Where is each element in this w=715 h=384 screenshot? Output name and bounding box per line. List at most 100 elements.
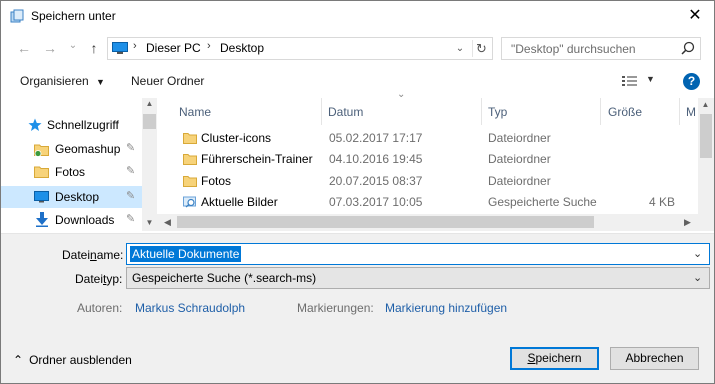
column-header-type[interactable]: Typ bbox=[482, 98, 600, 125]
scroll-left-icon[interactable]: ◀ bbox=[159, 217, 176, 228]
breadcrumb-desktop[interactable]: Desktop bbox=[220, 41, 264, 55]
caret-down-icon: ▼ bbox=[646, 74, 655, 84]
hide-folders-toggle[interactable]: ⌃ Ordner ausblenden bbox=[13, 353, 132, 367]
nav-item-schnellzugriff[interactable]: Schnellzugriff bbox=[1, 114, 142, 136]
filename-value: Aktuelle Dokumente bbox=[130, 246, 242, 262]
file-date: 20.07.2015 08:37 bbox=[329, 174, 423, 188]
file-type: Dateiordner bbox=[488, 174, 551, 188]
save-button[interactable]: Speichern bbox=[510, 347, 599, 370]
label-part: ame: bbox=[96, 248, 124, 262]
column-label: Typ bbox=[488, 105, 508, 119]
pin-icon[interactable]: ✎ bbox=[126, 164, 135, 177]
pin-icon[interactable]: ✎ bbox=[126, 189, 135, 202]
search-icon[interactable] bbox=[680, 40, 696, 57]
column-header-size[interactable]: Größe bbox=[601, 98, 679, 125]
authors-value[interactable]: Markus Schraudolph bbox=[135, 301, 245, 315]
label-part: Datei bbox=[75, 272, 104, 286]
download-icon bbox=[36, 212, 48, 227]
filetype-label: Dateityp: bbox=[75, 272, 122, 286]
tags-label: Markierungen: bbox=[297, 301, 374, 315]
file-list-hscrollbar[interactable]: ◀ ▶ bbox=[157, 214, 714, 231]
column-label: Größe bbox=[608, 105, 643, 119]
file-date: 07.03.2017 10:05 bbox=[329, 195, 423, 209]
filename-label: Dateiname: bbox=[62, 248, 123, 262]
nav-item-label: Geomashup bbox=[55, 142, 121, 156]
file-name: Führerschein-Trainer bbox=[201, 152, 313, 166]
scroll-thumb[interactable] bbox=[177, 216, 594, 228]
breadcrumb-this-pc[interactable]: Dieser PC bbox=[146, 41, 201, 55]
help-button[interactable]: ? bbox=[683, 73, 700, 90]
file-name: Aktuelle Bilder bbox=[201, 195, 278, 209]
details-view-icon bbox=[622, 76, 637, 86]
chevron-down-icon: ⌄ bbox=[693, 272, 703, 284]
folder-icon bbox=[183, 154, 197, 165]
scroll-thumb[interactable] bbox=[143, 114, 156, 129]
filename-input[interactable]: Aktuelle Dokumente ⌄ bbox=[126, 243, 710, 265]
save-dialog-icon bbox=[10, 9, 24, 23]
search-box[interactable]: "Desktop" durchsuchen bbox=[501, 37, 701, 60]
file-date: 05.02.2017 17:17 bbox=[329, 131, 423, 145]
file-date: 04.10.2016 19:45 bbox=[329, 152, 423, 166]
chevron-up-icon: ⌃ bbox=[13, 353, 24, 367]
pin-icon[interactable]: ✎ bbox=[126, 212, 135, 225]
star-icon bbox=[28, 118, 42, 131]
column-label: Datum bbox=[328, 105, 364, 119]
view-options-button[interactable]: ▼ bbox=[621, 74, 657, 88]
file-row[interactable]: Cluster-icons 05.02.2017 17:17 Dateiordn… bbox=[171, 128, 697, 149]
forward-arrow-icon[interactable]: → bbox=[40, 39, 60, 57]
cancel-button[interactable]: Abbrechen bbox=[610, 347, 699, 370]
file-size: 4 KB bbox=[649, 195, 676, 209]
scroll-right-icon[interactable]: ▶ bbox=[679, 217, 696, 228]
nav-item-label: Desktop bbox=[55, 190, 100, 204]
scroll-up-icon[interactable]: ▲ bbox=[141, 99, 158, 108]
nav-item-label: Schnellzugriff bbox=[47, 118, 119, 132]
file-list-vscrollbar[interactable]: ▲ bbox=[698, 98, 714, 214]
scroll-down-icon[interactable]: ▼ bbox=[141, 218, 158, 227]
navigation-pane: Schnellzugriff Geomashup ✎ Fotos ✎ Deskt… bbox=[1, 98, 157, 231]
label-mnemonic: n bbox=[90, 248, 97, 262]
window-title: Speichern unter bbox=[31, 9, 116, 23]
breadcrumb-separator: › bbox=[133, 40, 137, 52]
label-part: Datei bbox=[62, 248, 91, 262]
nav-item-label: Downloads bbox=[55, 213, 115, 227]
address-dropdown-icon[interactable]: ⌄ bbox=[452, 40, 468, 57]
tags-value[interactable]: Markierung hinzufügen bbox=[385, 301, 507, 315]
up-arrow-icon[interactable]: ↑ bbox=[84, 39, 104, 57]
file-row[interactable]: Führerschein-Trainer 04.10.2016 19:45 Da… bbox=[171, 149, 697, 170]
organize-menu[interactable]: Organisieren ▼ bbox=[20, 74, 105, 88]
nav-item-desktop[interactable]: Desktop ✎ bbox=[1, 186, 142, 208]
close-button[interactable]: ✕ bbox=[677, 2, 713, 30]
file-type: Dateiordner bbox=[488, 152, 551, 166]
nav-item-geomashup[interactable]: Geomashup ✎ bbox=[1, 138, 142, 160]
column-header-more[interactable]: M bbox=[680, 98, 698, 125]
filetype-value: Gespeicherte Suche (*.search-ms) bbox=[132, 271, 317, 285]
file-row[interactable]: Fotos 20.07.2015 08:37 Dateiordner bbox=[171, 171, 697, 192]
new-folder-button[interactable]: Neuer Ordner bbox=[131, 74, 204, 88]
chevron-down-icon[interactable]: ⌄ bbox=[693, 247, 702, 260]
scroll-up-icon[interactable]: ▲ bbox=[697, 100, 714, 109]
pin-icon[interactable]: ✎ bbox=[126, 141, 135, 154]
back-arrow-icon[interactable]: ← bbox=[14, 39, 34, 57]
this-pc-icon bbox=[112, 42, 128, 54]
file-name: Cluster-icons bbox=[201, 131, 272, 145]
address-bar[interactable]: › Dieser PC › Desktop ⌄ ↻ bbox=[107, 37, 493, 60]
file-type: Dateiordner bbox=[488, 131, 551, 145]
title-bar: Speichern unter ✕ bbox=[1, 1, 714, 32]
column-header-name[interactable]: Name bbox=[171, 98, 321, 125]
nav-item-downloads[interactable]: Downloads ✎ bbox=[1, 209, 142, 231]
authors-label: Autoren: bbox=[77, 301, 123, 315]
column-header-date[interactable]: Datum bbox=[322, 98, 482, 125]
column-label: Name bbox=[179, 105, 212, 119]
folder-icon bbox=[183, 133, 197, 144]
file-row[interactable]: Aktuelle Bilder 07.03.2017 10:05 Gespeic… bbox=[171, 192, 697, 213]
hide-folders-label: Ordner ausblenden bbox=[29, 353, 132, 367]
label-part: yp: bbox=[106, 272, 123, 286]
nav-scrollbar[interactable]: ▲ ▼ bbox=[142, 98, 157, 231]
recent-locations-chevron-icon[interactable]: ⌄ bbox=[63, 37, 83, 55]
refresh-icon[interactable]: ↻ bbox=[472, 40, 490, 57]
filetype-select[interactable]: Gespeicherte Suche (*.search-ms) ⌄ bbox=[126, 267, 710, 289]
nav-item-fotos[interactable]: Fotos ✎ bbox=[1, 161, 142, 183]
desktop-icon bbox=[34, 191, 49, 203]
save-as-dialog: Speichern unter ✕ ← → ⌄ ↑ › Dieser PC › … bbox=[0, 0, 715, 384]
scroll-thumb[interactable] bbox=[700, 114, 712, 158]
